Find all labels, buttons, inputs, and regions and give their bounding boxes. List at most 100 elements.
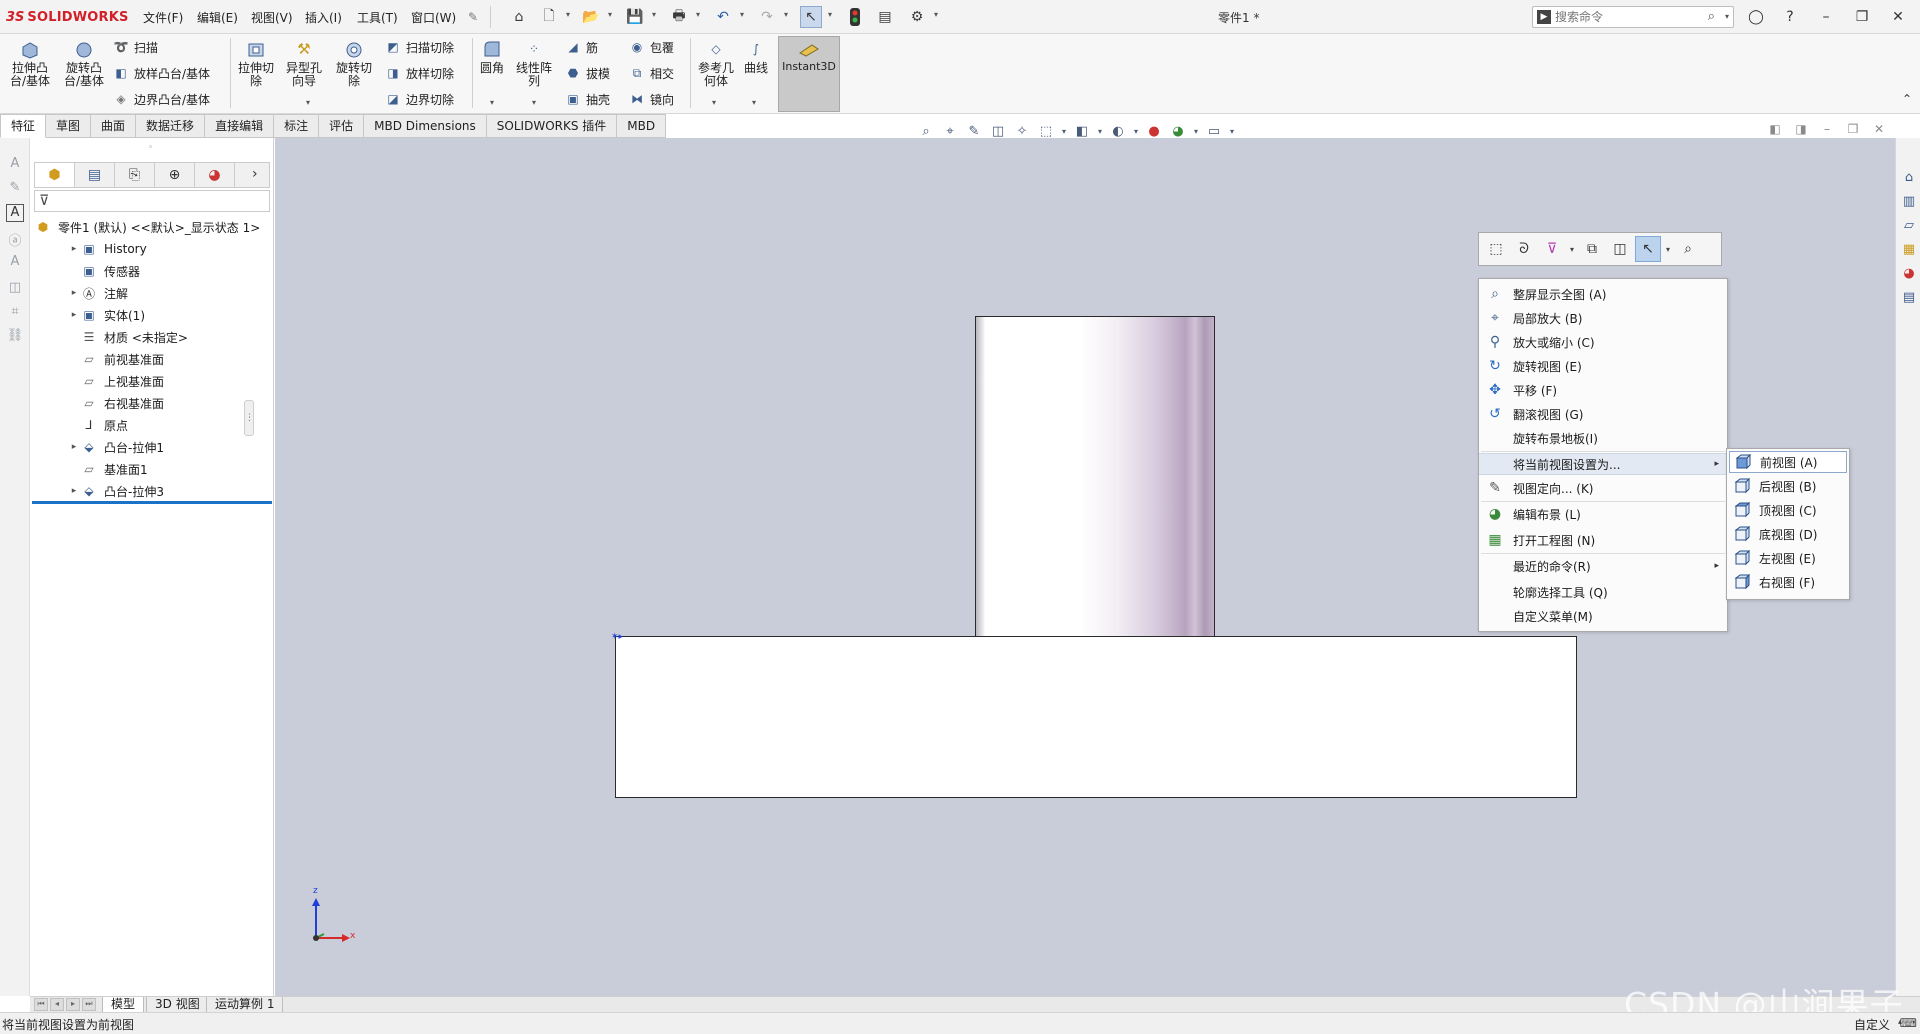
open-folder-icon[interactable]: 📂 (580, 6, 602, 28)
swept-cut-button[interactable]: ◩ 扫描切除 (384, 38, 454, 56)
display-style-dropdown-icon[interactable]: ▾ (1096, 121, 1104, 141)
submenu-item-left-view[interactable]: 左视图 (E) (1729, 547, 1847, 569)
tree-item-material[interactable]: ☰ 材质 <未指定> (30, 326, 274, 348)
selection-filter-dropdown-icon[interactable]: ▾ (1567, 245, 1577, 254)
tree-item-sensors[interactable]: ▣ 传感器 (30, 260, 274, 282)
submenu-item-front-view[interactable]: 前视图 (A) (1729, 451, 1847, 473)
prev-tab-arrow-icon[interactable]: ◂ (50, 998, 64, 1011)
menu-item-recent-commands[interactable]: 最近的命令(R) ▸ (1479, 555, 1727, 577)
panel-splitter-handle[interactable]: ⋮ (244, 400, 254, 436)
smart-dimension-icon[interactable]: A (6, 156, 24, 174)
home-icon[interactable]: ⌂ (508, 6, 530, 28)
redo-icon[interactable]: ↷ (756, 6, 778, 28)
tab-mbd-dimensions[interactable]: MBD Dimensions (364, 114, 487, 138)
tab-motion-study[interactable]: 运动算例 1 (206, 997, 284, 1013)
status-help-icon[interactable]: ⌨ (1900, 1016, 1917, 1030)
print-icon[interactable]: 🖶 (668, 6, 690, 28)
linear-pattern-button[interactable]: ⁘ 线性阵 列 (516, 38, 552, 88)
extrude-cut-button[interactable]: 拉伸切 除 (238, 38, 274, 88)
submenu-item-back-view[interactable]: 后视图 (B) (1729, 475, 1847, 497)
design-library-icon[interactable]: ▥ (1900, 194, 1918, 212)
menu-item-zoom-to-fit[interactable]: ⌕ 整屏显示全图 (A) (1479, 283, 1727, 305)
box-select-icon[interactable]: ⬚ (1483, 236, 1509, 262)
rib-button[interactable]: ◢ 筋 (564, 38, 598, 56)
select-tool-icon[interactable]: ↖ (1635, 236, 1661, 262)
property-manager-tab-icon[interactable]: ▤ (75, 163, 115, 187)
expand-tabs-chevron-icon[interactable]: › (252, 166, 258, 182)
viewport-tile-right-icon[interactable]: ◨ (1792, 122, 1810, 138)
wrap-button[interactable]: ◉ 包覆 (628, 38, 674, 56)
model-base-block[interactable] (615, 636, 1577, 798)
reference-geometry-button[interactable]: ◇ 参考几 何体 (698, 38, 734, 88)
file-properties-icon[interactable]: ▤ (874, 6, 896, 28)
expand-arrow-icon[interactable]: ▸ (68, 486, 80, 496)
mirror-button[interactable]: ⧓ 镜向 (628, 90, 674, 108)
tree-item-front-plane[interactable]: ▱ 前视基准面 (30, 348, 274, 370)
menu-insert[interactable]: 插入(I) (305, 9, 342, 26)
user-account-icon[interactable]: ◯ (1744, 5, 1768, 29)
boundary-boss-button[interactable]: ◈ 边界凸台/基体 (112, 90, 210, 108)
menu-item-contour-select-tool[interactable]: 轮廓选择工具 (Q) (1479, 581, 1727, 603)
tree-item-solid-bodies[interactable]: ▸ ▣ 实体(1) (30, 304, 274, 326)
save-icon[interactable]: 💾 (624, 6, 646, 28)
solidworks-logo[interactable]: 3S SOLIDWORKS (6, 8, 129, 26)
zoom-select-icon[interactable]: ⌕ (1675, 236, 1701, 262)
expand-arrow-icon[interactable]: ▸ (68, 310, 80, 320)
section-view-icon[interactable]: ◫ (988, 121, 1008, 141)
solidworks-resources-icon[interactable]: ⌂ (1900, 170, 1918, 188)
sweep-button[interactable]: ➰ 扫描 (112, 38, 159, 56)
tree-filter-box[interactable]: ⊽ (34, 190, 270, 212)
dynamic-annotation-icon[interactable]: ✧ (1012, 121, 1032, 141)
datum-icon[interactable]: ⌗ (6, 304, 24, 322)
fillet-button[interactable]: 圆角 (480, 38, 504, 75)
menu-item-rotate-view[interactable]: ↻ 旋转视图 (E) (1479, 355, 1727, 377)
intersect-button[interactable]: ⧉ 相交 (628, 64, 674, 82)
display-style-icon[interactable]: ◧ (1072, 121, 1092, 141)
view-palette-icon[interactable]: ▦ (1900, 242, 1918, 260)
tree-item-top-plane[interactable]: ▱ 上视基准面 (30, 370, 274, 392)
tab-solidworks-addins[interactable]: SOLIDWORKS 插件 (486, 114, 618, 138)
loft-boss-button[interactable]: ◧ 放样凸台/基体 (112, 64, 210, 82)
view-settings-dropdown-icon[interactable]: ▾ (1228, 121, 1236, 141)
tab-data-migration[interactable]: 数据迁移 (136, 114, 206, 138)
view-orientation-icon[interactable]: ⬚ (1036, 121, 1056, 141)
model-cylinder-boss[interactable] (975, 316, 1215, 636)
extrude-boss-button[interactable]: 拉伸凸 台/基体 (10, 38, 50, 88)
tab-3d-view[interactable]: 3D 视图 (146, 997, 209, 1013)
tree-item-origin[interactable]: ⅃ 原点 (30, 414, 274, 436)
viewport-tile-left-icon[interactable]: ◧ (1766, 122, 1784, 138)
tree-item-boss-extrude1[interactable]: ▸ ⬙ 凸台-拉伸1 (30, 436, 274, 458)
close-icon[interactable]: ✕ (1886, 5, 1910, 29)
select-cursor-icon[interactable]: ↖ (800, 6, 822, 28)
tree-item-history[interactable]: ▸ ▣ History (30, 238, 274, 260)
configuration-manager-tab-icon[interactable]: ⎘ (115, 163, 155, 187)
edit-appearance-icon[interactable]: ● (1144, 121, 1164, 141)
tab-mbd[interactable]: MBD (617, 114, 667, 138)
search-input[interactable] (1555, 9, 1695, 25)
boundary-cut-button[interactable]: ◪ 边界切除 (384, 90, 454, 108)
menu-item-open-drawing[interactable]: ▦ 打开工程图 (N) (1479, 529, 1727, 551)
submenu-item-right-view[interactable]: 右视图 (F) (1729, 571, 1847, 593)
view-orientation-dropdown-icon[interactable]: ▾ (1060, 121, 1068, 141)
restore-icon[interactable]: ❐ (1850, 5, 1874, 29)
menu-item-zoom-area[interactable]: ⌖ 局部放大 (B) (1479, 307, 1727, 329)
magnified-selection-icon[interactable]: ◫ (1607, 236, 1633, 262)
search-icon[interactable]: ⌕ (1708, 9, 1715, 24)
curves-button[interactable]: ∫ 曲线 (744, 38, 768, 75)
viewport-close-icon[interactable]: ✕ (1870, 122, 1888, 138)
tree-item-right-plane[interactable]: ▱ 右视基准面 (30, 392, 274, 414)
apply-scene-icon[interactable]: ◕ (1168, 121, 1188, 141)
instant3d-button[interactable]: Instant3D (778, 36, 840, 112)
minimize-icon[interactable]: – (1814, 5, 1838, 29)
viewport-minimize-icon[interactable]: – (1818, 122, 1836, 138)
search-commands-box[interactable]: ▶ ⌕ ▾ (1532, 6, 1734, 28)
tab-model[interactable]: 模型 (102, 997, 145, 1013)
menu-item-roll-view[interactable]: ↺ 翻滚视图 (G) (1479, 403, 1727, 425)
expand-arrow-icon[interactable]: ▸ (68, 442, 80, 452)
dimxpert-manager-tab-icon[interactable]: ⊕ (155, 163, 195, 187)
next-tab-arrow-icon[interactable]: ▸ (66, 998, 80, 1011)
viewport-restore-icon[interactable]: ❐ (1844, 122, 1862, 138)
submenu-item-bottom-view[interactable]: 底视图 (D) (1729, 523, 1847, 545)
tree-root-part[interactable]: ⬢ 零件1 (默认) <<默认>_显示状态 1> (30, 216, 274, 238)
surface-finish-icon[interactable]: ◫ (6, 280, 24, 298)
